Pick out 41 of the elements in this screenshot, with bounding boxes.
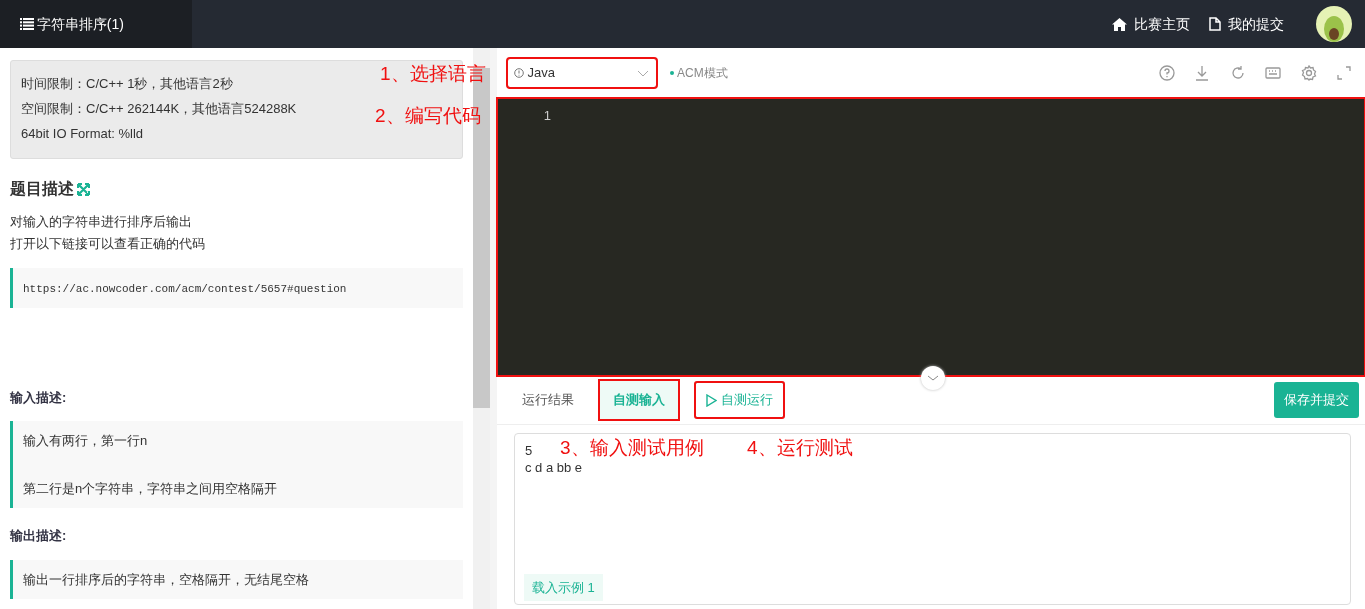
fullscreen-icon[interactable] xyxy=(1336,65,1352,81)
limit-text: 时间限制：C/C++ 1秒，其他语言2秒 xyxy=(21,76,233,91)
document-icon xyxy=(1209,17,1221,31)
code-text: https://ac.nowcoder.com/acm/contest/5657#question xyxy=(23,283,347,295)
avatar[interactable] xyxy=(1316,6,1352,42)
language-select[interactable]: Java xyxy=(506,58,657,88)
code-editor[interactable]: 1 xyxy=(497,98,1365,376)
nav-link[interactable]: 我的提交 xyxy=(1209,13,1284,35)
refresh-icon[interactable] xyxy=(1229,65,1246,81)
line-number: 1 xyxy=(542,107,551,125)
limit-text: 64bit IO Format: %lld xyxy=(21,126,144,141)
collapse-button[interactable] xyxy=(921,366,945,390)
download-icon[interactable] xyxy=(1194,65,1210,81)
description-text: 输入有两行，第一行n xyxy=(23,432,149,450)
annotation-label: 2、编写代码 xyxy=(375,104,481,128)
home-icon xyxy=(1112,17,1127,31)
description-text: 对输入的字符串进行排序后输出 xyxy=(10,213,193,231)
keyboard-icon[interactable] xyxy=(1265,65,1281,81)
settings-icon[interactable] xyxy=(1300,65,1317,81)
nav-link[interactable]: 比赛主页 xyxy=(1112,13,1190,35)
description-text: 打开以下链接可以查看正确的代码 xyxy=(10,235,206,253)
mode-label: ACM模式 xyxy=(677,65,728,82)
list-icon xyxy=(19,18,34,30)
help-icon[interactable] xyxy=(1158,65,1175,81)
annotation-label: 3、输入测试用例 xyxy=(560,436,704,460)
info-icon xyxy=(514,68,525,78)
annotation-label: 4、运行测试 xyxy=(747,436,853,460)
play-icon xyxy=(706,393,718,407)
limit-text: 空间限制：C/C++ 262144K，其他语言524288K xyxy=(21,101,297,116)
section-heading: 输入描述: xyxy=(10,388,68,407)
annotation-label: 1、选择语言 xyxy=(380,62,486,86)
problem-title: 字符串排序(1) xyxy=(36,14,124,34)
description-text: 第二行是n个字符串，字符串之间用空格隔开 xyxy=(23,479,279,498)
section-heading: 输出描述: xyxy=(10,527,68,545)
description-text: 输出一行排序后的字符串，空格隔开，无结尾空格 xyxy=(23,570,310,589)
splitter[interactable] xyxy=(490,48,497,609)
status-dot xyxy=(669,71,674,75)
section-heading: 题目描述 xyxy=(10,179,74,199)
tab[interactable]: 运行结果 xyxy=(510,382,586,418)
expand-icon[interactable] xyxy=(77,182,91,196)
chevron-down-icon xyxy=(637,69,650,77)
